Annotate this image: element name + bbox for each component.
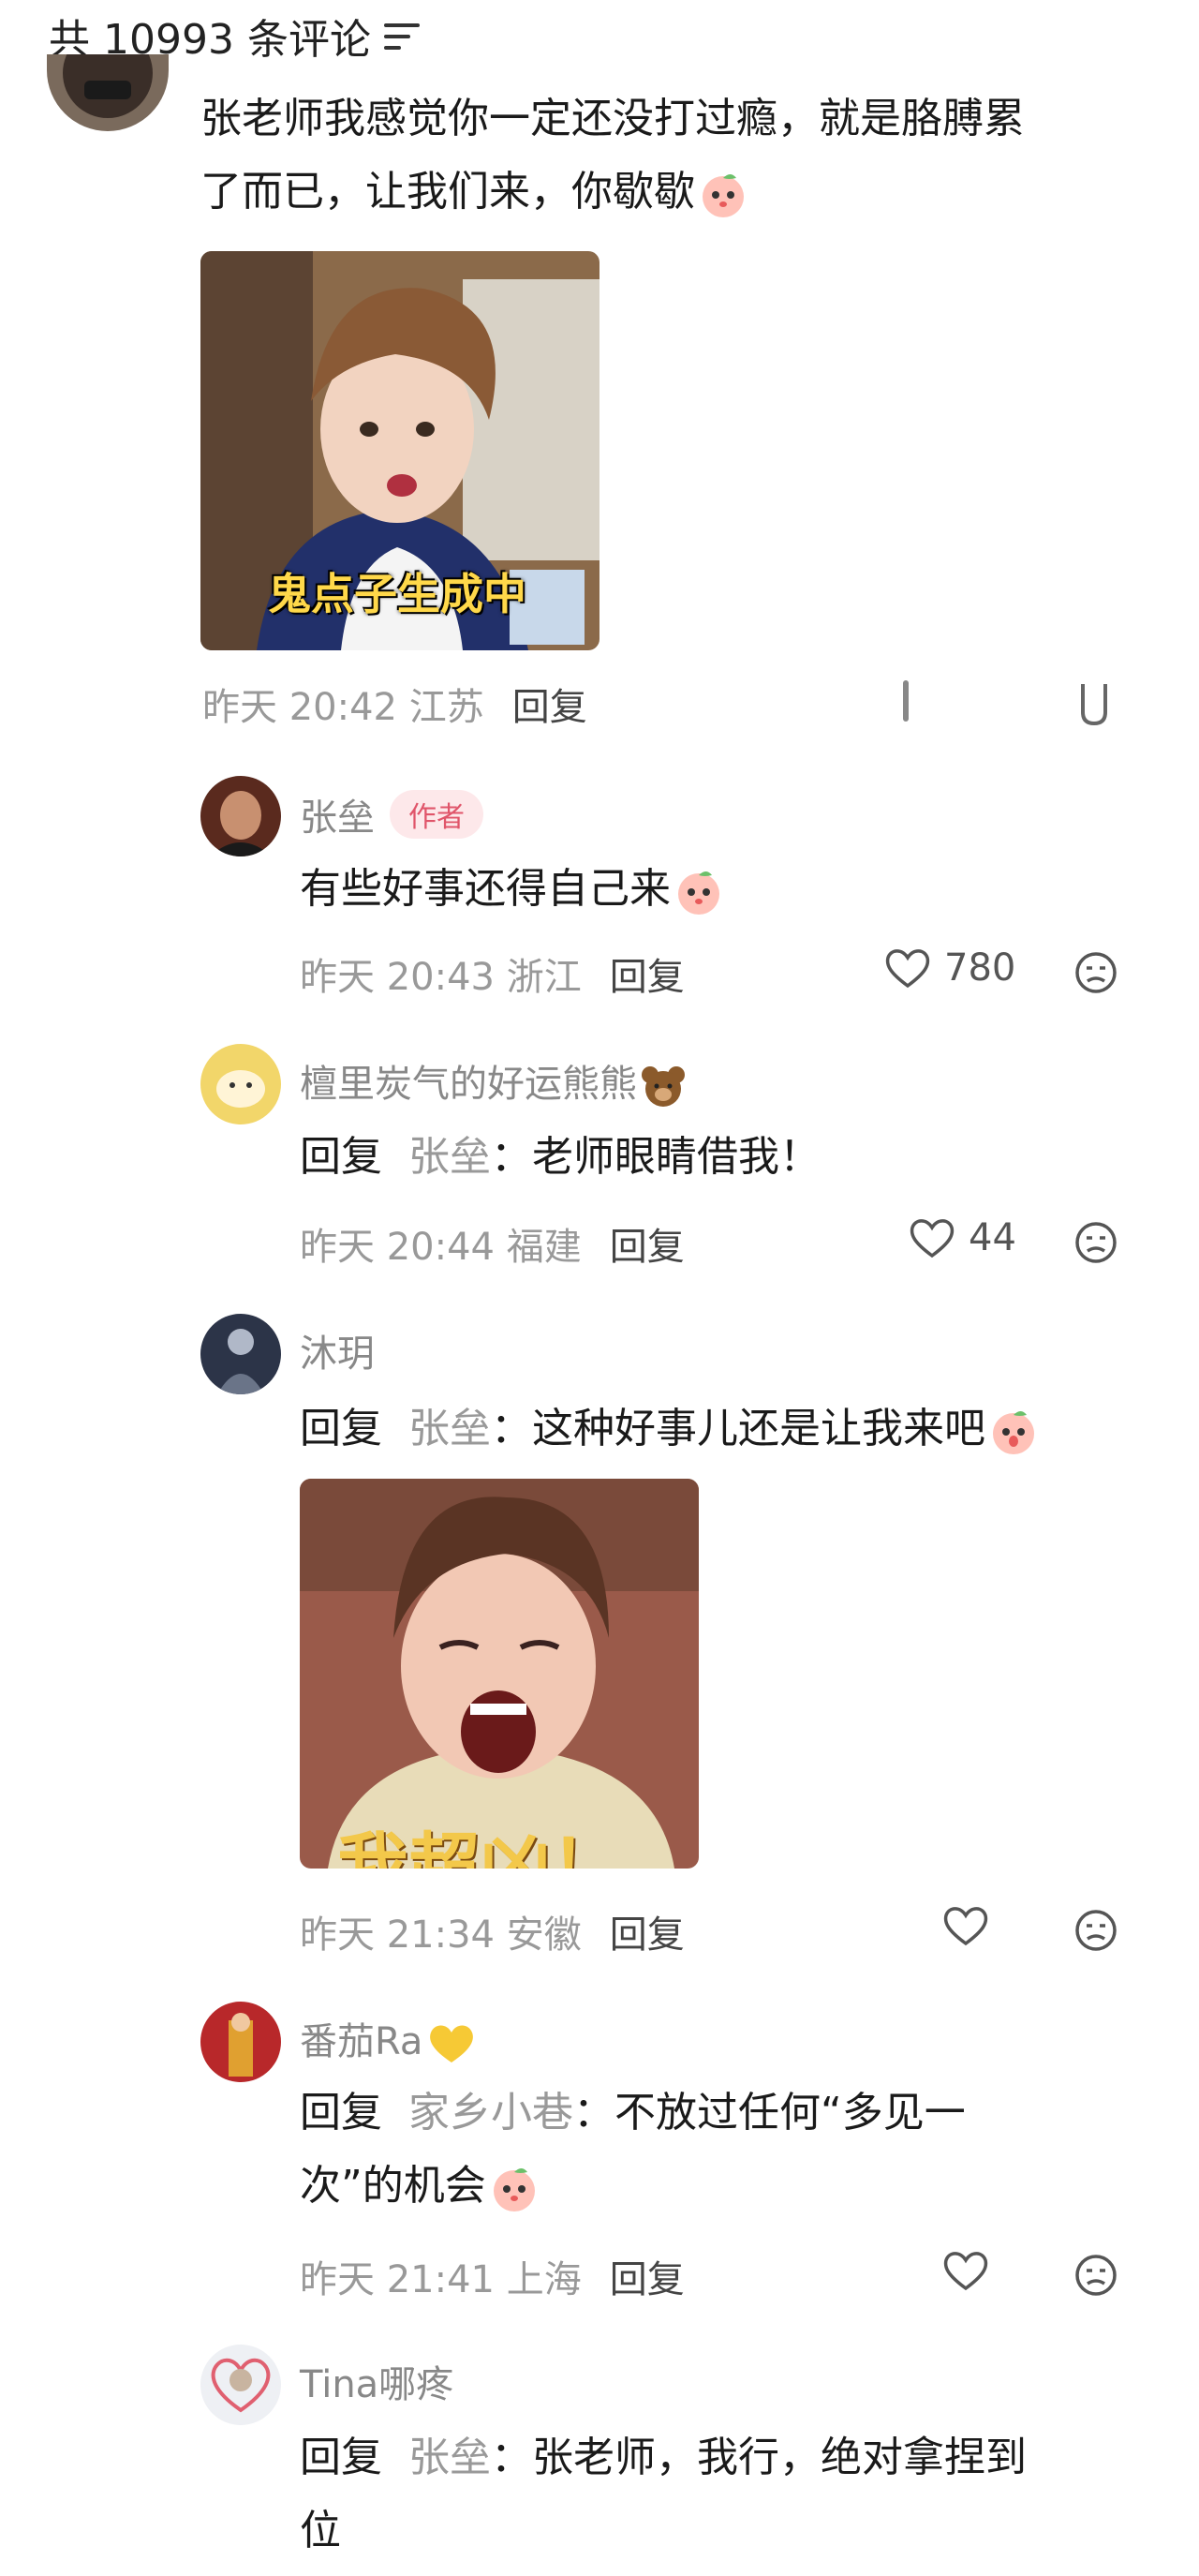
avatar[interactable] xyxy=(200,2345,281,2425)
sort-filter-icon[interactable] xyxy=(383,22,422,50)
image-caption: 鬼点子生成中 xyxy=(268,569,526,619)
author-badge: 作者 xyxy=(390,790,483,839)
comment-image[interactable]: 鬼点子生成中 xyxy=(200,251,600,650)
peach-sticker-icon xyxy=(699,170,748,218)
like-count: 780 xyxy=(944,946,1016,990)
reply-button[interactable]: 回复 xyxy=(610,1904,685,1958)
reply-time-location: 昨天 21:41 上海 xyxy=(300,2258,582,2301)
like-count: 44 xyxy=(969,1216,1016,1259)
heart-icon xyxy=(943,2252,988,2291)
image-caption: 我超凶！ xyxy=(337,1824,622,1869)
reply-text: 回复 张垒：张老师，我行，绝对拿捏到 位 xyxy=(300,2434,1027,2554)
reply-target-user[interactable]: 张垒 xyxy=(408,1405,491,1452)
dislike-face-icon[interactable] xyxy=(1073,2253,1118,2298)
username[interactable]: 沐玥 xyxy=(300,1323,375,1377)
dislike-face-icon[interactable] xyxy=(1073,1220,1118,1265)
peach-sticker-icon xyxy=(989,1407,1038,1455)
reply-author-row: 沐玥 xyxy=(300,1323,375,1377)
reply-button[interactable]: 回复 xyxy=(512,677,587,731)
peach-sticker-icon xyxy=(674,867,723,916)
comment-text: 张老师我感觉你一定还没打过瘾，就是胳膊累 了而已，让我们来，你歇歇 xyxy=(200,82,1156,229)
reply-author-row: 番茄Ra xyxy=(300,2011,477,2066)
username[interactable]: 番茄Ra xyxy=(300,2011,477,2066)
username[interactable]: 张垒 xyxy=(300,787,375,841)
like-button[interactable] xyxy=(942,2249,989,2292)
reply-author-row: Tina哪疼 xyxy=(300,2354,453,2408)
reply-meta: 昨天 21:41 上海 回复 xyxy=(300,2249,685,2303)
reply-meta: 昨天 20:44 福建 回复 xyxy=(300,1216,685,1271)
heart-icon xyxy=(910,1219,955,1258)
reply-text: 回复 张垒：这种好事儿还是让我来吧 xyxy=(300,1392,1038,1466)
dislike-face-icon[interactable] xyxy=(1073,1908,1118,1953)
like-button[interactable]: 780 xyxy=(884,946,1015,990)
username[interactable]: 檀里炭气的好运熊熊 xyxy=(300,1053,688,1109)
peach-sticker-icon xyxy=(490,2164,539,2212)
reply-time-location: 昨天 20:43 浙江 xyxy=(300,956,582,999)
avatar[interactable] xyxy=(200,1314,281,1394)
comment-time-location: 昨天 20:42 江苏 xyxy=(202,686,484,729)
avatar[interactable] xyxy=(200,776,281,856)
reply-text: 有些好事还得自己来 xyxy=(300,853,723,926)
reply-meta: 昨天 20:43 浙江 回复 xyxy=(300,946,685,1001)
reply-button[interactable]: 回复 xyxy=(610,946,685,1001)
reply-time-location: 昨天 21:34 安徽 xyxy=(300,1913,582,1957)
reply-text: 回复 家乡小巷：不放过任何“多见一 次”的机会 xyxy=(300,2077,1105,2223)
reply-time-location: 昨天 20:44 福建 xyxy=(300,1226,582,1269)
reply-image[interactable]: 我超凶！ xyxy=(300,1479,699,1869)
avatar[interactable] xyxy=(200,2002,281,2082)
reply-meta: 昨天 21:34 安徽 回复 xyxy=(300,1904,685,1958)
avatar[interactable] xyxy=(47,54,169,131)
bear-emoji-icon xyxy=(639,1064,688,1109)
avatar[interactable] xyxy=(200,1044,281,1124)
reply-button[interactable]: 回复 xyxy=(610,1216,685,1271)
like-button[interactable]: 44 xyxy=(909,1216,1016,1259)
reply-button[interactable]: 回复 xyxy=(610,2249,685,2303)
reply-text: 回复 张垒：老师眼睛借我！ xyxy=(300,1133,821,1181)
comment-meta: 昨天 20:42 江苏 回复 xyxy=(202,677,587,731)
like-dislike-icons-partial[interactable] xyxy=(899,677,1117,726)
reply-author-row: 张垒 作者 xyxy=(300,787,483,841)
reply-target-user[interactable]: 张垒 xyxy=(408,1133,491,1181)
heart-icon xyxy=(943,1907,988,1946)
reply-target-user[interactable]: 张垒 xyxy=(408,2434,491,2481)
reply-target-user[interactable]: 家乡小巷 xyxy=(408,2089,573,2137)
yellow-heart-icon xyxy=(426,2021,477,2066)
like-button[interactable] xyxy=(942,1904,989,1947)
dislike-face-icon[interactable] xyxy=(1073,950,1118,995)
username[interactable]: Tina哪疼 xyxy=(300,2354,453,2408)
reply-author-row: 檀里炭气的好运熊熊 xyxy=(300,1053,688,1109)
heart-icon xyxy=(885,949,930,989)
